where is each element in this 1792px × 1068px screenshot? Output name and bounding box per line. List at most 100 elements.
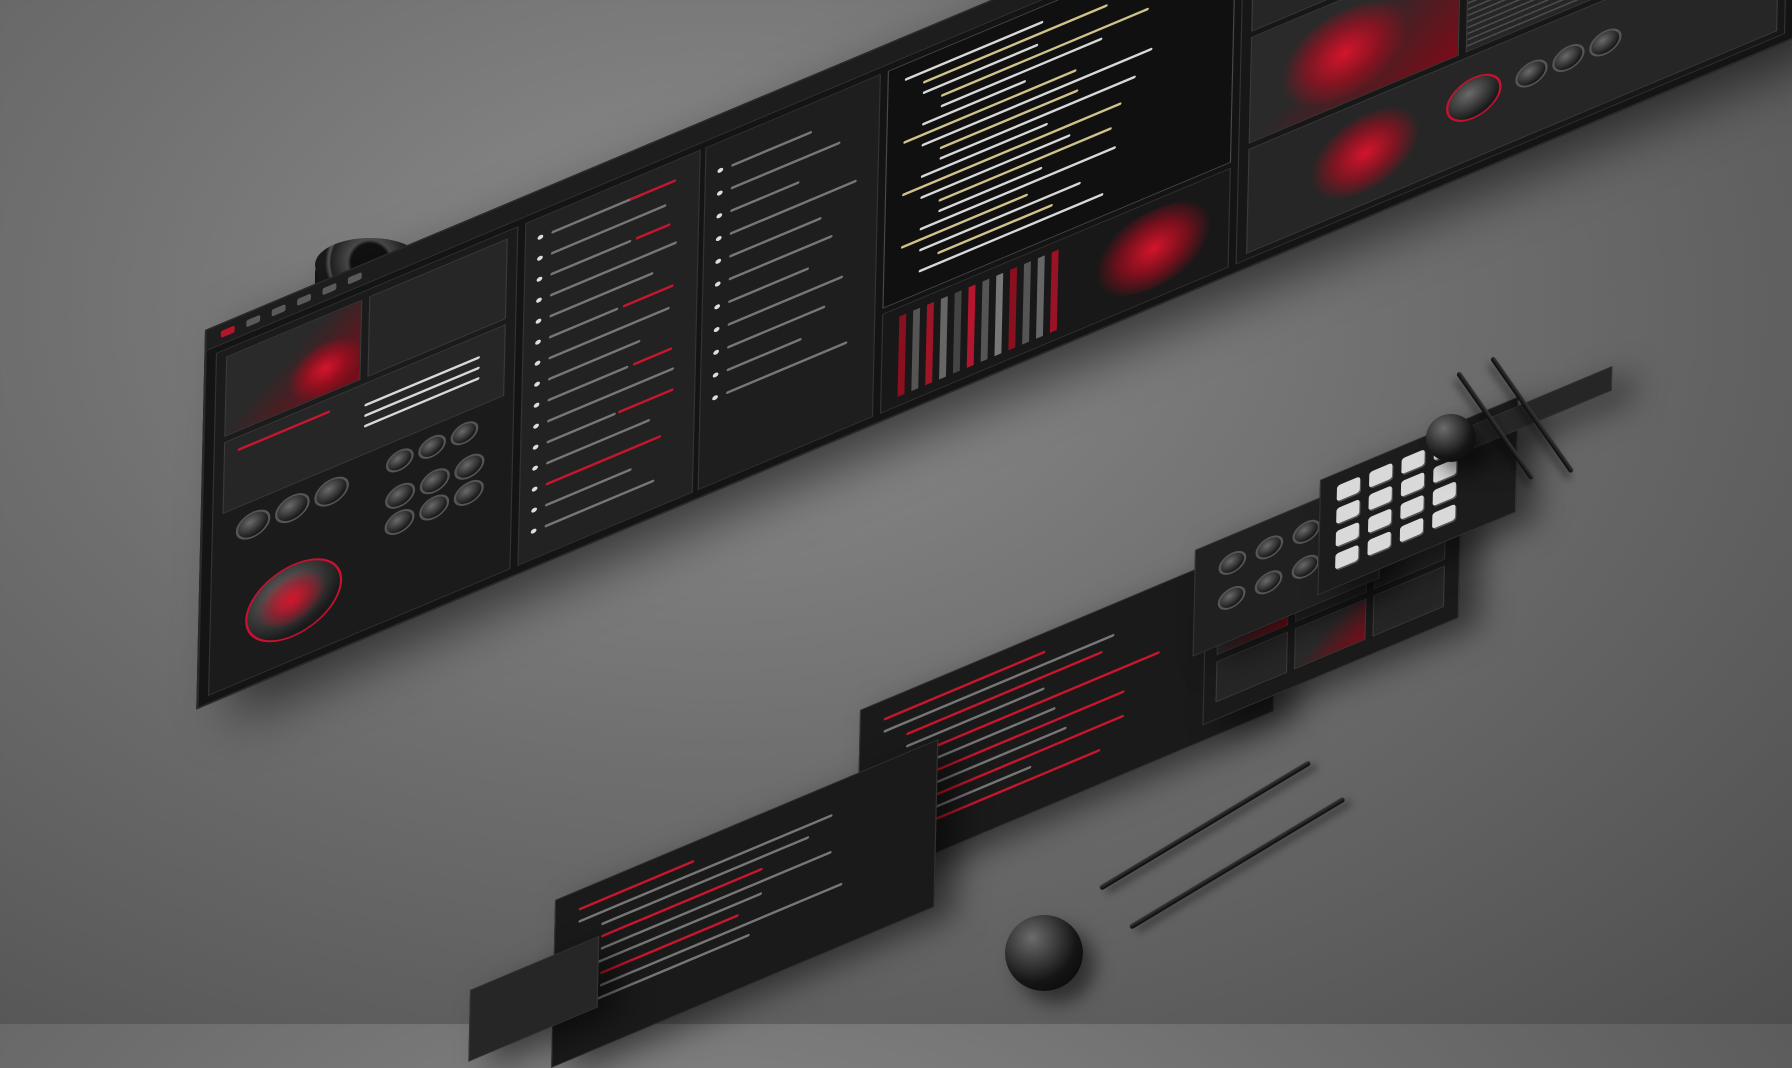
level-bar	[925, 301, 934, 386]
list-item[interactable]	[547, 365, 629, 402]
key-icon[interactable]	[1336, 476, 1361, 502]
key-icon[interactable]	[1432, 503, 1456, 530]
bullet-icon	[535, 338, 541, 346]
knob-icon[interactable]	[453, 475, 485, 511]
sphere-object	[1005, 915, 1083, 991]
bullet-icon	[532, 443, 539, 451]
knob-icon[interactable]	[385, 444, 414, 477]
key-icon[interactable]	[1335, 521, 1360, 548]
list-item[interactable]	[622, 283, 674, 308]
knob-icon[interactable]	[1291, 550, 1320, 584]
list-item[interactable]	[729, 179, 857, 236]
key-icon[interactable]	[1433, 458, 1457, 484]
code-line	[921, 47, 1153, 147]
dashboard-board	[196, 0, 1792, 710]
key-icon[interactable]	[1400, 471, 1425, 498]
list-item[interactable]	[726, 340, 848, 395]
level-bar	[966, 284, 976, 368]
list-item[interactable]	[545, 434, 662, 486]
monitor-panel	[1235, 0, 1792, 265]
bullet-icon	[712, 371, 719, 379]
knob-icon[interactable]	[418, 430, 447, 464]
list-item[interactable]	[547, 339, 641, 381]
knob-icon[interactable]	[384, 504, 415, 540]
key-icon[interactable]	[1367, 508, 1392, 534]
knob-icon[interactable]	[1217, 581, 1246, 615]
key-icon[interactable]	[1399, 517, 1424, 543]
knob-icon[interactable]	[1218, 546, 1247, 580]
knob-icon[interactable]	[235, 504, 271, 545]
list-item[interactable]	[727, 305, 826, 349]
level-bar	[1008, 267, 1018, 351]
list-item[interactable]	[632, 346, 673, 366]
knob-icon[interactable]	[1254, 566, 1283, 599]
bullet-icon	[534, 359, 541, 367]
bullet-icon	[537, 233, 544, 241]
bullet-icon	[716, 189, 723, 197]
list-item[interactable]	[635, 222, 671, 241]
desk-scene	[0, 0, 1792, 1068]
key-icon[interactable]	[1401, 449, 1425, 475]
level-bar	[1036, 255, 1045, 339]
code-line	[600, 913, 739, 975]
level-bar	[980, 278, 990, 363]
bullet-icon	[534, 380, 540, 388]
bullet-icon	[537, 254, 543, 262]
list-item[interactable]	[618, 387, 674, 414]
list-item[interactable]	[545, 467, 632, 507]
knob-icon[interactable]	[418, 489, 450, 526]
list-item[interactable]	[731, 130, 813, 168]
bullet-icon	[533, 422, 540, 430]
knob-icon[interactable]	[419, 463, 451, 499]
key-icon[interactable]	[1336, 498, 1360, 525]
toolbar-icon[interactable]	[297, 293, 312, 307]
control-panel	[208, 226, 519, 696]
bullet-icon	[717, 166, 724, 174]
list-item[interactable]	[549, 271, 654, 318]
bullet-icon	[714, 280, 721, 288]
list-item[interactable]	[546, 418, 651, 465]
code-line	[922, 3, 1108, 84]
code-line	[905, 689, 1125, 785]
toolbar-icon[interactable]	[220, 325, 235, 339]
level-bar	[1049, 249, 1059, 333]
knob-icon[interactable]	[313, 471, 350, 513]
key-icon[interactable]	[1368, 462, 1393, 489]
key-icon[interactable]	[1400, 494, 1424, 520]
level-bar	[994, 272, 1004, 357]
key-icon[interactable]	[1367, 530, 1391, 557]
key-icon[interactable]	[1368, 485, 1392, 511]
bullet-icon	[535, 317, 542, 325]
list-item[interactable]	[729, 216, 822, 259]
knob-icon[interactable]	[384, 478, 416, 514]
bullet-icon	[531, 506, 538, 514]
key-icon[interactable]	[1432, 480, 1457, 507]
list-item[interactable]	[728, 234, 833, 281]
toolbar-icon[interactable]	[271, 303, 286, 317]
pen-object	[1128, 796, 1346, 930]
code-line	[577, 891, 763, 973]
list-item[interactable]	[727, 275, 844, 327]
key-icon[interactable]	[1335, 544, 1359, 570]
list-item[interactable]	[550, 239, 632, 276]
knob-icon[interactable]	[450, 416, 479, 450]
knob-icon[interactable]	[1255, 531, 1284, 564]
toolbar-icon[interactable]	[347, 271, 362, 285]
list-item[interactable]	[730, 141, 841, 190]
level-bar	[897, 313, 907, 397]
knob-icon[interactable]	[454, 449, 485, 485]
knob-icon[interactable]	[1292, 515, 1321, 549]
knob-icon[interactable]	[274, 487, 310, 529]
list-item[interactable]	[544, 479, 655, 528]
list-item[interactable]	[629, 178, 677, 201]
bullet-icon	[532, 464, 539, 472]
list-item[interactable]	[550, 203, 667, 255]
bullet-icon	[714, 303, 721, 311]
bullet-icon	[712, 394, 719, 402]
code-line	[937, 203, 1053, 255]
bullet-icon	[536, 296, 542, 304]
bullet-icon	[531, 485, 538, 493]
toolbar-icon[interactable]	[322, 282, 337, 296]
level-bar	[1022, 261, 1031, 345]
toolbar-icon[interactable]	[246, 314, 261, 328]
